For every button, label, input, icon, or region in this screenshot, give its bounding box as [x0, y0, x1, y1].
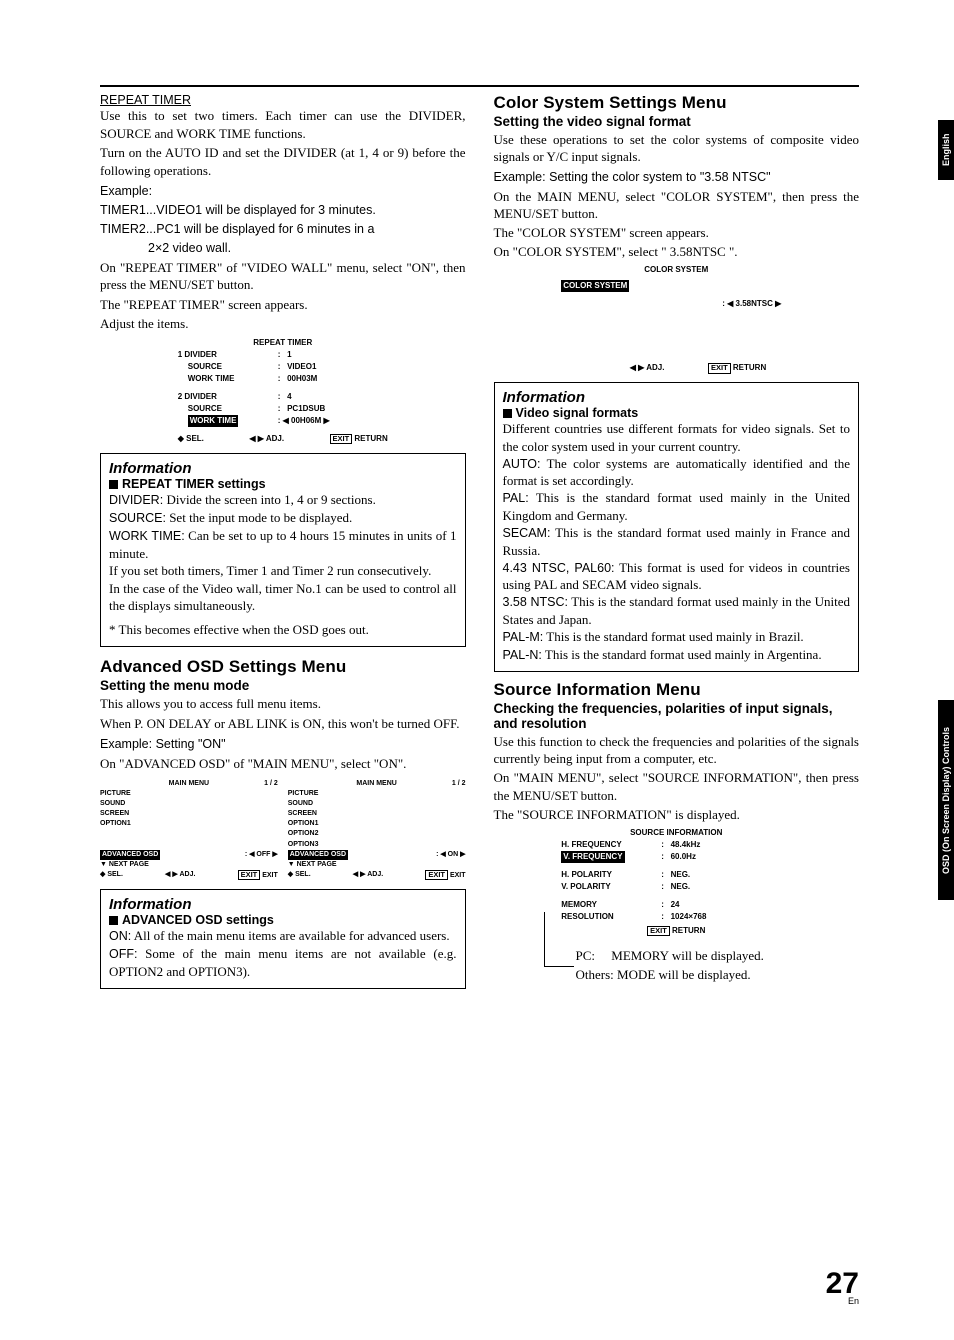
info-rt-wrk: WORK TIME: Can be set to up to 4 hours 1… [109, 527, 457, 562]
cs-p1: Use these operations to set the color sy… [494, 131, 860, 165]
osd-cs-row: COLOR SYSTEM [561, 280, 629, 292]
osd-si-title: SOURCE INFORMATION [561, 827, 791, 839]
src-info-title: Source Information Menu [494, 680, 860, 700]
rt-t2b: 2×2 video wall. [100, 240, 466, 257]
info-adv-sub: ADVANCED OSD settings [109, 913, 457, 927]
info-rt-title: Information [109, 460, 457, 477]
osd-rt2-wrk-r: ▶ [321, 415, 329, 427]
repeat-timer-heading: REPEAT TIMER [100, 93, 466, 107]
osd-rt1-src-v: VIDEO1 [287, 361, 316, 373]
si-p3: The "SOURCE INFORMATION" is displayed. [494, 806, 860, 823]
color-sys-sub: Setting the video signal format [494, 114, 860, 129]
iv-secam: SECAM: This is the standard format used … [503, 524, 851, 559]
osd-rt1-wrk-v: 00H03M [287, 373, 317, 385]
si-p2: On "MAIN MENU", select "SOURCE INFORMATI… [494, 769, 860, 803]
info-rt-p3: * This becomes effective when the OSD go… [109, 621, 457, 639]
osd-color-system: COLOR SYSTEM COLOR SYSTEM : ◀ 3.58NTSC ▶… [561, 264, 791, 374]
adv-osd-p2: When P. ON DELAY or ABL LINK is ON, this… [100, 715, 466, 733]
main-menu-right: MAIN MENU1 / 2 PICTURE SOUND SCREEN OPTI… [288, 779, 466, 881]
connector-line [544, 912, 574, 967]
osd-cs-exit: EXIT RETURN [708, 362, 766, 374]
rt-p3: On "REPEAT TIMER" of "VIDEO WALL" menu, … [100, 259, 466, 294]
osd-rt1-wrk: WORK TIME [178, 373, 278, 385]
osd-rt1-src: SOURCE [178, 361, 278, 373]
cs-p4: On "COLOR SYSTEM", select " 3.58NTSC ". [494, 243, 860, 260]
info-rt-div: DIVIDER: Divide the screen into 1, 4 or … [109, 491, 457, 509]
main-menu-pair: MAIN MENU1 / 2 PICTURE SOUND SCREEN OPTI… [100, 779, 466, 881]
osd-cs-adj: ◀ ▶ ADJ. [630, 362, 665, 374]
top-rule [100, 85, 859, 87]
page-number: 27 En [826, 1270, 859, 1305]
cs-p2: On the MAIN MENU, select "COLOR SYSTEM",… [494, 188, 860, 222]
info-video-sub: Video signal formats [503, 406, 851, 420]
adv-osd-p1: This allows you to access full menu item… [100, 695, 466, 713]
osd-rt2-src-v: PC1DSUB [287, 403, 325, 415]
rt-p2: Turn on the AUTO ID and set the DIVIDER … [100, 144, 466, 179]
right-column: Color System Settings Menu Setting the v… [494, 93, 860, 997]
osd-rt1-src-c: : [278, 361, 287, 373]
rt-p5: Adjust the items. [100, 315, 466, 333]
osd-rt2-wrk-v: 00H06M [291, 415, 321, 427]
info-video-title: Information [503, 389, 851, 406]
info-adv-title: Information [109, 896, 457, 913]
adv-osd-title: Advanced OSD Settings Menu [100, 657, 466, 677]
iv-paln: PAL-N: This is the standard format used … [503, 646, 851, 664]
rt-p1: Use this to set two timers. Each timer c… [100, 107, 466, 142]
src-info-sub: Checking the frequencies, polarities of … [494, 701, 860, 731]
info-rt-p1: If you set both timers, Timer 1 and Time… [109, 562, 457, 580]
info-video: Information Video signal formats Differe… [494, 382, 860, 672]
iv-auto: AUTO: The color systems are automaticall… [503, 455, 851, 490]
note-others: Others: MODE will be displayed. [576, 966, 860, 983]
osd-rt-adj: ◀ ▶ ADJ. [249, 433, 284, 445]
osd-rt1-div-v: 1 [287, 349, 291, 361]
iv-443: 4.43 NTSC, PAL60: This format is used fo… [503, 559, 851, 594]
adv-osd-sub: Setting the menu mode [100, 678, 466, 693]
adv-osd-p3: On "ADVANCED OSD" of "MAIN MENU", select… [100, 755, 466, 773]
info-adv-off: OFF: Some of the main menu items are not… [109, 945, 457, 980]
osd-rt2-wrk-l: WORK TIME [178, 415, 278, 427]
info-rt-sub: REPEAT TIMER settings [109, 477, 457, 491]
osd-rt2-src-c: : [278, 403, 287, 415]
osd-repeat-timer: REPEAT TIMER 1 DIVIDER: 1 SOURCE: VIDEO1… [178, 337, 388, 445]
cs-p3: The "COLOR SYSTEM" screen appears. [494, 224, 860, 241]
iv-p1: Different countries use different format… [503, 420, 851, 454]
osd-rt1-div: 1 DIVIDER [178, 349, 278, 361]
info-repeat-timer: Information REPEAT TIMER settings DIVIDE… [100, 453, 466, 647]
osd-rt-sel: ◆ SEL. [178, 433, 204, 445]
osd-rt2-src: SOURCE [178, 403, 278, 415]
osd-rt-exit: EXIT RETURN [330, 433, 388, 445]
osd-cs-val: : ◀ 3.58NTSC ▶ [561, 298, 791, 310]
info-rt-p2: In the case of the Video wall, timer No.… [109, 580, 457, 615]
osd-cs-title: COLOR SYSTEM [561, 264, 791, 276]
osd-rt1-wrk-c: : [278, 373, 287, 385]
osd-rt2-div-c: : [278, 391, 287, 403]
iv-palm: PAL-M: This is the standard format used … [503, 628, 851, 646]
osd-rt2-wrk-c: : ◀ [278, 415, 291, 427]
rt-example: Example: [100, 183, 466, 200]
osd-rt2-div-v: 4 [287, 391, 291, 403]
color-sys-title: Color System Settings Menu [494, 93, 860, 113]
rt-p4: The "REPEAT TIMER" screen appears. [100, 296, 466, 314]
osd-rt2-div: 2 DIVIDER [178, 391, 278, 403]
main-menu-left: MAIN MENU1 / 2 PICTURE SOUND SCREEN OPTI… [100, 779, 278, 881]
rt-t2a: TIMER2...PC1 will be displayed for 6 min… [100, 221, 466, 238]
info-rt-src: SOURCE: Set the input mode to be display… [109, 509, 457, 527]
si-p1: Use this function to check the frequenci… [494, 733, 860, 767]
left-column: REPEAT TIMER Use this to set two timers.… [100, 93, 466, 997]
adv-osd-example: Example: Setting "ON" [100, 736, 466, 753]
note-pc: PC: MEMORY will be displayed. [576, 947, 860, 964]
info-adv-on: ON: All of the main menu items are avail… [109, 927, 457, 945]
info-adv-osd: Information ADVANCED OSD settings ON: Al… [100, 889, 466, 989]
iv-358: 3.58 NTSC: This is the standard format u… [503, 593, 851, 628]
osd-rt-title: REPEAT TIMER [178, 337, 388, 349]
iv-pal: PAL: This is the standard format used ma… [503, 489, 851, 524]
cs-example: Example: Setting the color system to "3.… [494, 169, 860, 186]
osd-src-info: SOURCE INFORMATION H. FREQUENCY: 48.4kHz… [561, 827, 791, 937]
osd-rt2-wrk: WORK TIME [188, 415, 239, 427]
osd-rt1-div-c: : [278, 349, 287, 361]
rt-t1: TIMER1...VIDEO1 will be displayed for 3 … [100, 202, 466, 219]
